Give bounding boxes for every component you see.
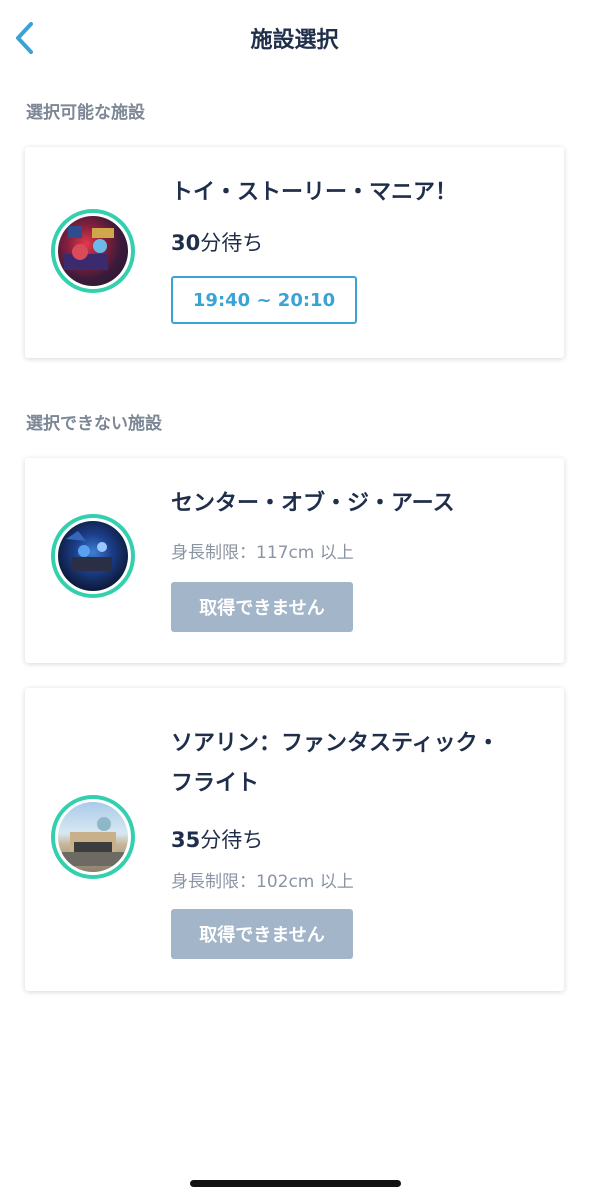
attraction-thumbnail (51, 514, 135, 598)
height-limit: 身長制限：117cm 以上 (171, 543, 354, 563)
attraction-card-center-of-the-earth[interactable]: センター・オブ・ジ・アース 身長制限：117cm 以上 取得できません (25, 458, 564, 663)
ride-photo-icon (66, 531, 112, 571)
wait-unit: 分待ち (200, 231, 264, 255)
attraction-name: トイ・ストーリー・マニア！ (171, 180, 458, 205)
home-indicator[interactable] (190, 1180, 401, 1187)
attraction-thumbnail (51, 209, 135, 293)
attraction-name: センター・オブ・ジ・アース (171, 491, 455, 516)
wait-unit: 分待ち (200, 828, 264, 852)
ride-photo-icon (62, 817, 124, 866)
nav-bar: 施設選択 (0, 0, 589, 80)
wait-number: 35 (171, 828, 201, 852)
page-title: 施設選択 (250, 28, 339, 53)
section-unavailable-label: 選択できない施設 (26, 414, 162, 434)
attraction-thumbnail (51, 795, 135, 879)
attraction-name-line-1: ソアリン：ファンタスティック・ (171, 731, 500, 756)
wait-time: 30分待ち (171, 227, 263, 257)
unavailable-button: 取得できません (171, 582, 353, 632)
ride-photo-icon (64, 226, 114, 270)
attraction-name-line-2: フライト (171, 771, 260, 796)
attraction-card-soaring[interactable]: ソアリン：ファンタスティック・ フライト 35分待ち 身長制限：102cm 以上… (25, 688, 564, 991)
unavailable-button: 取得できません (171, 909, 353, 959)
attraction-card-toy-story-mania[interactable]: トイ・ストーリー・マニア！ 30分待ち 19:40 ~ 20:10 (25, 147, 564, 358)
height-limit: 身長制限：102cm 以上 (171, 872, 354, 892)
wait-time: 35分待ち (171, 824, 263, 854)
wait-number: 30 (171, 231, 201, 255)
time-slot-button[interactable]: 19:40 ~ 20:10 (171, 276, 357, 324)
section-available-label: 選択可能な施設 (26, 103, 145, 123)
